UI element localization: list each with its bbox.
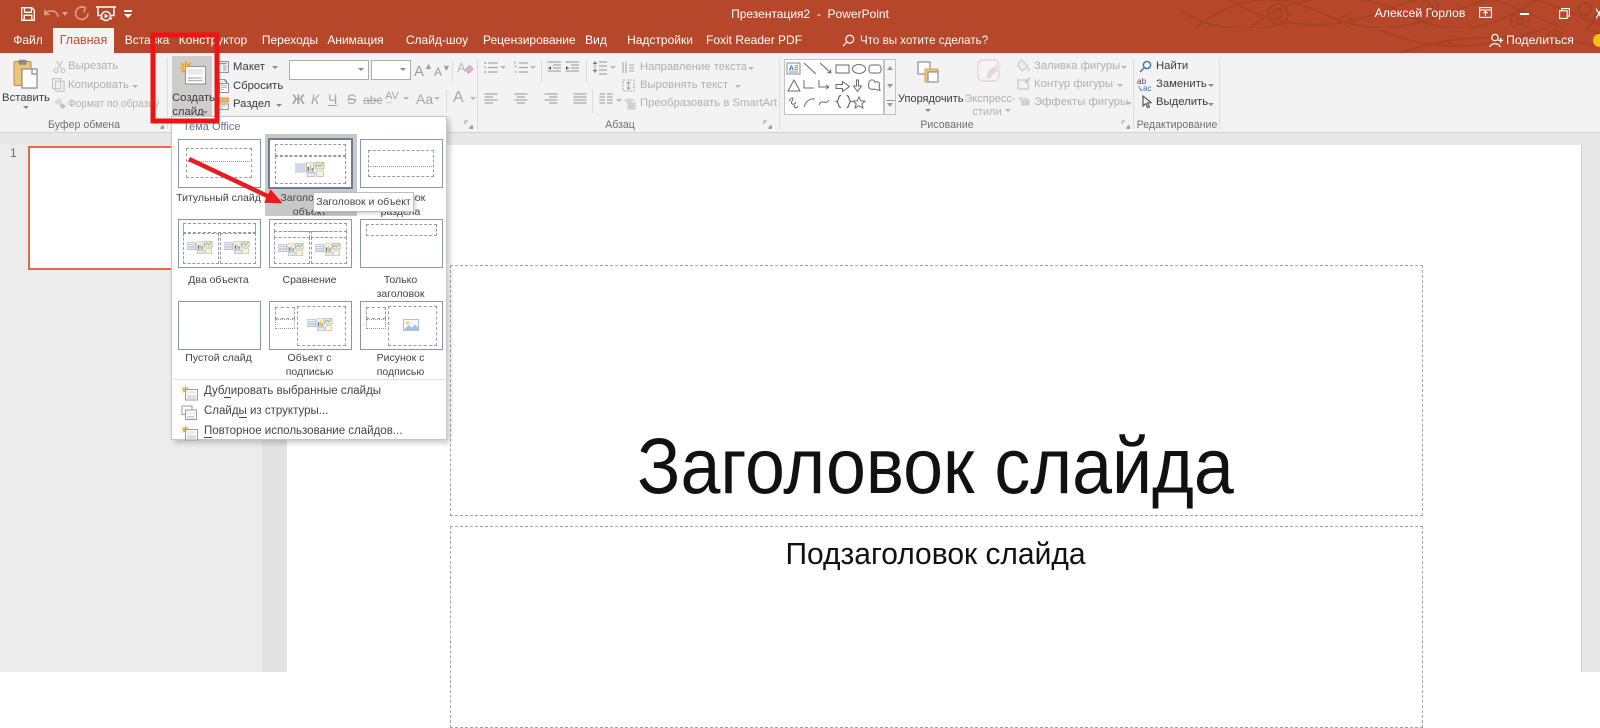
svg-text:ac: ac xyxy=(1143,84,1151,92)
svg-text:A: A xyxy=(789,63,795,72)
